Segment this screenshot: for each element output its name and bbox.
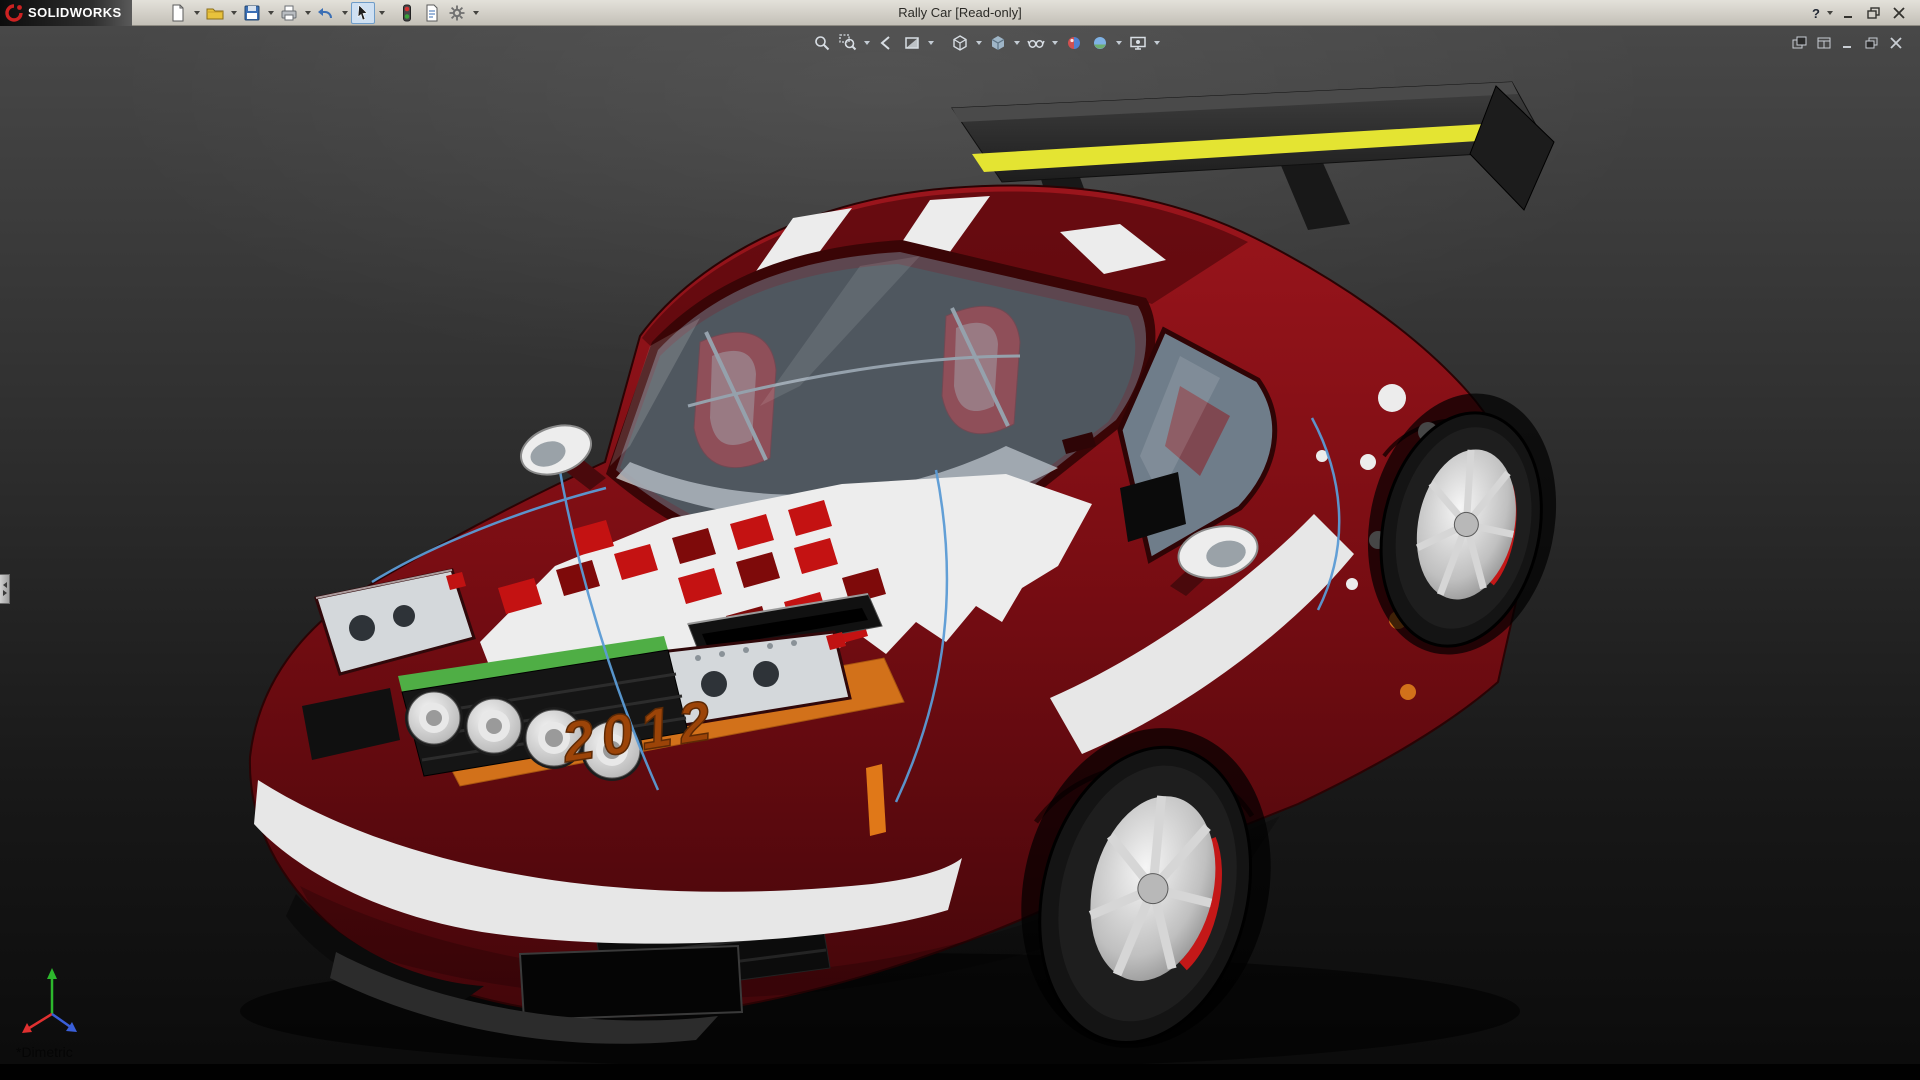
display-style-icon xyxy=(989,34,1007,52)
options-gear-icon xyxy=(448,4,466,22)
document-window-controls xyxy=(1790,34,1906,51)
orientation-triad xyxy=(22,962,100,1042)
view-orientation-dropdown[interactable] xyxy=(974,32,984,54)
new-window-button[interactable] xyxy=(1814,34,1834,51)
hide-show-glasses-icon xyxy=(1027,34,1045,52)
arrange-windows-button[interactable] xyxy=(1790,34,1810,51)
minimize-document-icon xyxy=(1840,36,1856,50)
minimize-icon xyxy=(1842,7,1856,19)
main-toolbar xyxy=(166,2,481,24)
select-tool-button[interactable] xyxy=(351,2,375,24)
view-settings-dropdown[interactable] xyxy=(1152,32,1162,54)
section-view-dropdown[interactable] xyxy=(926,32,936,54)
zoom-to-fit-icon xyxy=(813,34,831,52)
select-tool-dropdown[interactable] xyxy=(376,2,387,24)
panel-splitter-tab[interactable] xyxy=(0,574,10,604)
section-view-icon xyxy=(903,34,921,52)
view-settings-icon xyxy=(1129,34,1147,52)
apply-scene-icon xyxy=(1091,34,1109,52)
view-settings-button[interactable] xyxy=(1126,32,1150,54)
help-dropdown[interactable] xyxy=(1824,2,1835,24)
new-document-dropdown[interactable] xyxy=(191,2,202,24)
restore-icon xyxy=(1867,7,1881,19)
restore-document-button[interactable] xyxy=(1862,34,1882,51)
close-document-button[interactable] xyxy=(1886,34,1906,51)
undo-button[interactable] xyxy=(314,2,338,24)
view-orientation-button[interactable] xyxy=(948,32,972,54)
print-icon xyxy=(280,4,298,22)
brand-name: SOLIDWORKS xyxy=(28,5,122,20)
zoom-dropdown[interactable] xyxy=(862,32,872,54)
apply-scene-button[interactable] xyxy=(1088,32,1112,54)
zoom-to-area-button[interactable] xyxy=(836,32,860,54)
view-orientation-cube-icon xyxy=(951,34,969,52)
title-bar[interactable]: SOLIDWORKS xyxy=(0,0,1920,26)
undo-icon xyxy=(317,4,335,22)
new-document-icon xyxy=(169,4,187,22)
options-dropdown[interactable] xyxy=(470,2,481,24)
zoom-to-area-icon xyxy=(839,34,857,52)
display-style-dropdown[interactable] xyxy=(1012,32,1022,54)
close-document-icon xyxy=(1888,36,1904,50)
edit-appearance-ball-icon xyxy=(1065,34,1083,52)
open-dropdown[interactable] xyxy=(228,2,239,24)
section-view-button[interactable] xyxy=(900,32,924,54)
help-button[interactable]: ? xyxy=(1811,6,1821,21)
license-plate xyxy=(520,946,742,1020)
minimize-button[interactable] xyxy=(1838,3,1860,23)
window-controls: ? xyxy=(1811,0,1910,26)
open-folder-icon xyxy=(206,4,224,22)
undo-dropdown[interactable] xyxy=(339,2,350,24)
rebuild-button[interactable] xyxy=(395,2,419,24)
display-style-button[interactable] xyxy=(986,32,1010,54)
zoom-to-fit-button[interactable] xyxy=(810,32,834,54)
file-properties-icon xyxy=(423,4,441,22)
hide-show-items-button[interactable] xyxy=(1024,32,1048,54)
previous-view-button[interactable] xyxy=(874,32,898,54)
close-button[interactable] xyxy=(1888,3,1910,23)
window-title: Rally Car [Read-only] xyxy=(898,0,1022,26)
print-dropdown[interactable] xyxy=(302,2,313,24)
view-orientation-label: *Dimetric xyxy=(16,1044,73,1060)
new-document-button[interactable] xyxy=(166,2,190,24)
arrange-windows-icon xyxy=(1792,36,1808,50)
options-button[interactable] xyxy=(445,2,469,24)
hide-show-items-dropdown[interactable] xyxy=(1050,32,1060,54)
restore-document-icon xyxy=(1864,36,1880,50)
print-button[interactable] xyxy=(277,2,301,24)
close-icon xyxy=(1892,7,1906,19)
open-button[interactable] xyxy=(203,2,227,24)
rally-car-model[interactable]: 2012 xyxy=(0,26,1920,1080)
splitter-left-arrow-icon xyxy=(3,582,7,588)
file-properties-button[interactable] xyxy=(420,2,444,24)
save-icon xyxy=(243,4,261,22)
save-dropdown[interactable] xyxy=(265,2,276,24)
bottom-status-strip xyxy=(0,1064,1920,1080)
apply-scene-dropdown[interactable] xyxy=(1114,32,1124,54)
heads-up-view-toolbar xyxy=(810,32,1162,54)
minimize-document-button[interactable] xyxy=(1838,34,1858,51)
edit-appearance-button[interactable] xyxy=(1062,32,1086,54)
solidworks-logo: SOLIDWORKS xyxy=(0,0,132,26)
ds-swirl-icon xyxy=(4,3,24,23)
save-button[interactable] xyxy=(240,2,264,24)
new-window-icon xyxy=(1816,36,1832,50)
restore-button[interactable] xyxy=(1863,3,1885,23)
rebuild-traffic-light-icon xyxy=(398,4,416,22)
previous-view-icon xyxy=(877,34,895,52)
viewport-3d[interactable]: 2012 xyxy=(0,26,1920,1080)
select-cursor-icon xyxy=(354,4,372,22)
splitter-right-arrow-icon xyxy=(3,590,7,596)
